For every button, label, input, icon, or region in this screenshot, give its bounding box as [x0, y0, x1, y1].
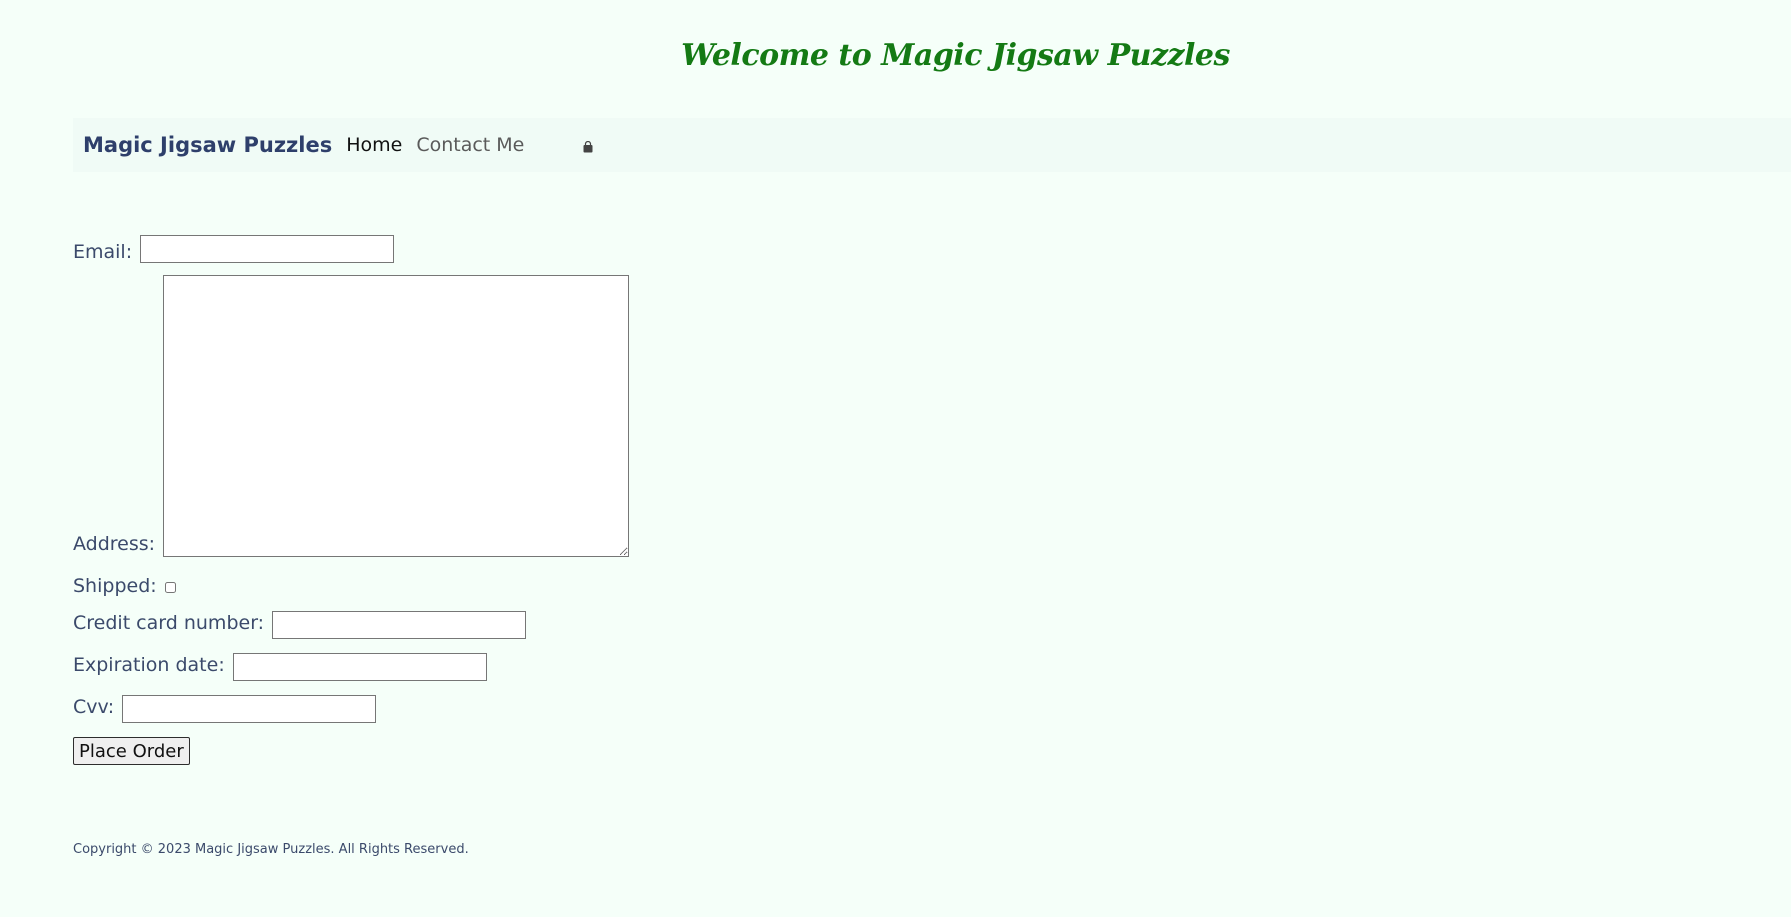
submit-row: Place Order	[73, 737, 629, 765]
navbar: Magic Jigsaw Puzzles Home Contact Me	[73, 118, 1791, 172]
address-field[interactable]	[163, 275, 630, 557]
nav-link-home[interactable]: Home	[346, 134, 402, 156]
expiration-field[interactable]	[232, 653, 487, 681]
cvv-field[interactable]	[122, 695, 377, 723]
shipped-label: Shipped:	[73, 575, 157, 597]
order-form: Email: Address: Shipped: Credit card num…	[73, 235, 630, 765]
shopping-bag-icon[interactable]	[582, 141, 594, 153]
shopping-bag-icon-graphic	[583, 141, 593, 153]
expiration-row: Expiration date:	[73, 653, 629, 681]
page: Welcome to Magic Jigsaw Puzzles Magic Ji…	[0, 0, 1791, 917]
address-row: Address:	[73, 275, 630, 557]
welcome-heading: Welcome to Magic Jigsaw Puzzles	[681, 38, 1230, 73]
place-order-button[interactable]: Place Order	[73, 737, 190, 765]
email-row: Email:	[73, 235, 629, 263]
credit-card-row: Credit card number:	[73, 611, 629, 639]
cvv-label: Cvv:	[73, 696, 115, 718]
nav-link-contact[interactable]: Contact Me	[416, 134, 524, 156]
expiration-label: Expiration date:	[73, 654, 225, 676]
email-field[interactable]	[140, 235, 395, 263]
footer-copyright: Copyright © 2023 Magic Jigsaw Puzzles. A…	[73, 842, 469, 857]
address-label: Address:	[73, 533, 156, 555]
email-label: Email:	[73, 241, 133, 263]
shipped-checkbox[interactable]	[164, 582, 176, 593]
credit-card-field[interactable]	[272, 611, 527, 639]
cvv-row: Cvv:	[73, 695, 629, 723]
credit-card-label: Credit card number:	[73, 612, 265, 634]
brand-link[interactable]: Magic Jigsaw Puzzles	[83, 133, 332, 157]
shipped-row: Shipped:	[73, 575, 629, 597]
